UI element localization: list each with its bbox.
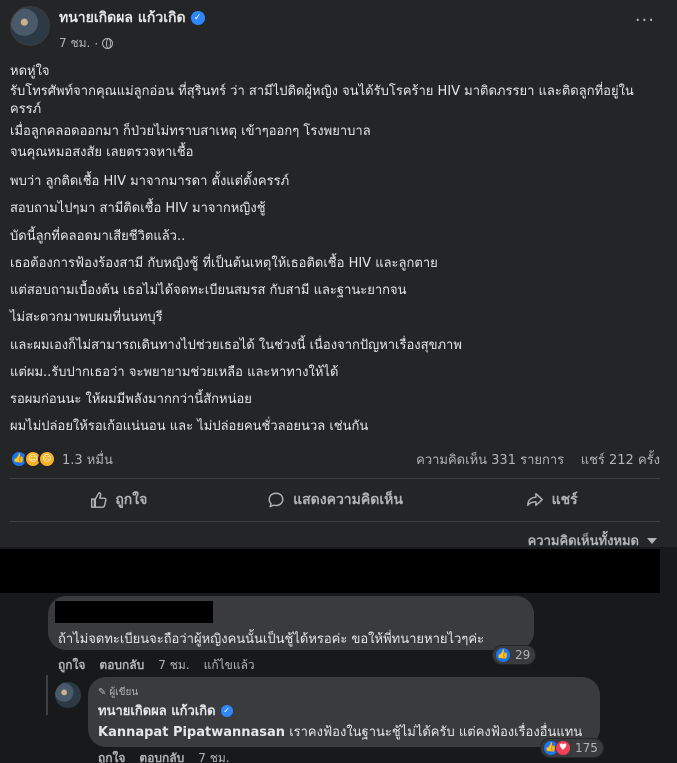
share-label: แชร์ xyxy=(551,492,578,508)
verified-icon: ✓ xyxy=(220,704,233,717)
comments-filter-label: ความคิดเห็นทั้งหมด xyxy=(527,534,639,549)
thread-line xyxy=(46,675,48,715)
author-name[interactable]: ทนายเกิดผล แก้วเกิด xyxy=(59,7,186,29)
verified-icon: ✓ xyxy=(190,11,205,25)
post-paragraph: เธอต้องการฟ้องร้องสามี กับหญิงชู้ ที่เป็… xyxy=(10,256,438,271)
post-paragraph: ไม่สะดวกมาพบผมที่นนทบุรี xyxy=(10,310,163,325)
post-time[interactable]: 7 ชม. xyxy=(59,34,90,53)
reply-actions: ถูกใจ ตอบกลับ 7 ชม. xyxy=(98,749,230,763)
love-reaction-icon: ♥ xyxy=(555,740,571,756)
post-stats: ความคิดเห็น 331 รายการ แชร์ 212 ครั้ง xyxy=(416,449,660,470)
comments-count[interactable]: ความคิดเห็น 331 รายการ xyxy=(416,453,564,468)
author-badge: ✎ ผู้เขียน xyxy=(98,685,138,700)
share-arrow-icon xyxy=(526,492,543,507)
like-label: ถูกใจ xyxy=(115,492,148,508)
reply-reactions[interactable]: 👍 ♥ 175 xyxy=(540,738,604,758)
globe-icon xyxy=(102,38,114,49)
divider xyxy=(10,478,660,479)
meta-separator: · xyxy=(94,36,99,51)
reply-reaction-count: 175 xyxy=(575,741,598,755)
reply-reply-link[interactable]: ตอบกลับ xyxy=(139,749,184,763)
sad-reaction-icon: ☹ xyxy=(38,450,56,468)
reaction-count[interactable]: 1.3 หมื่น xyxy=(62,449,113,470)
thumbs-up-icon xyxy=(91,492,107,508)
post-paragraph: สอบถามไปๆมา สามีติดเชื้อ HIV มาจากหญิงชู… xyxy=(10,201,266,216)
post-header: ทนายเกิดผล แก้วเกิด ✓ 7 ชม. · xyxy=(10,6,205,51)
post-paragraph: จนคุณหมอสงสัย เลยตรวจหาเชื้อ xyxy=(10,145,194,160)
reply-avatar[interactable] xyxy=(55,682,81,708)
post-meta: 7 ชม. · xyxy=(59,34,205,53)
shares-count[interactable]: แชร์ 212 ครั้ง xyxy=(581,453,660,468)
post-card: ทนายเกิดผล แก้วเกิด ✓ 7 ชม. · ··· หดหู่ใ… xyxy=(0,0,677,549)
like-reaction-icon: 👍 xyxy=(495,647,511,663)
comment-label: แสดงความคิดเห็น xyxy=(293,492,403,508)
post-actions: ถูกใจ แสดงความคิดเห็น แชร์ xyxy=(10,484,660,516)
share-button[interactable]: แชร์ xyxy=(443,484,660,516)
like-button[interactable]: ถูกใจ xyxy=(10,484,227,516)
reply-time[interactable]: 7 ชม. xyxy=(198,749,229,763)
reactions-row: 👍 ☺ ☹ 1.3 หมื่น ความคิดเห็น 331 รายการ แ… xyxy=(10,448,660,470)
reply-mention[interactable]: Kannapat Pipatwannasan xyxy=(98,725,285,740)
header-text: ทนายเกิดผล แก้วเกิด ✓ 7 ชม. · xyxy=(59,6,205,51)
reply-like-link[interactable]: ถูกใจ xyxy=(98,749,125,763)
post-paragraph: ผมไม่ปล่อยให้รอเก้อแน่นอน และ ไม่ปล่อยคน… xyxy=(10,419,369,434)
pencil-icon: ✎ xyxy=(98,687,107,698)
post-paragraph: พบว่า ลูกติดเชื้อ HIV มาจากมารดา ตั้งแต่… xyxy=(10,174,290,189)
reply-text: Kannapat Pipatwannasan เราคงฟ้องในฐานะชู… xyxy=(98,721,582,742)
post-paragraph: หดหู่ใจ xyxy=(10,64,50,79)
comment-bubble-icon xyxy=(268,492,284,508)
comment-reply-link[interactable]: ตอบกลับ xyxy=(99,656,144,675)
reply-author-row: ทนายเกิดผล แก้วเกิด ✓ xyxy=(98,700,233,721)
reply-bubble: ✎ ผู้เขียน ทนายเกิดผล แก้วเกิด ✓ Kannapa… xyxy=(88,677,600,747)
post-paragraph: และผมเองก็ไม่สามารถเดินทางไปช่วยเธอได้ ใ… xyxy=(10,338,462,353)
redacted-block xyxy=(0,549,660,593)
comment-actions: ถูกใจ ตอบกลับ 7 ชม. แก้ไขแล้ว xyxy=(58,656,255,675)
comment-button[interactable]: แสดงความคิดเห็น xyxy=(227,484,444,516)
reply-author-name[interactable]: ทนายเกิดผล แก้วเกิด xyxy=(98,700,216,721)
comment-reactions[interactable]: 👍 29 xyxy=(492,645,537,665)
comment-time[interactable]: 7 ชม. xyxy=(158,656,189,675)
caret-down-icon xyxy=(647,537,657,544)
author-avatar[interactable] xyxy=(10,6,50,46)
comment-like-link[interactable]: ถูกใจ xyxy=(58,656,85,675)
more-options-icon[interactable]: ··· xyxy=(635,12,655,30)
comment-bubble: ถ้าไม่จดทะเบียนจะถือว่าผู้หญิงคนนั้นเป็น… xyxy=(48,596,534,650)
author-badge-label: ผู้เขียน xyxy=(109,687,139,698)
author-row: ทนายเกิดผล แก้วเกิด ✓ xyxy=(59,7,205,29)
post-paragraph: แต่ผม..รับปากเธอว่า จะพยายามช่วยเหลือ แล… xyxy=(10,365,339,380)
reaction-icons[interactable]: 👍 ☺ ☹ xyxy=(10,450,56,468)
reply-body: เราคงฟ้องในฐานะชู้ไม่ได้ครับ แต่คงฟ้องเร… xyxy=(285,725,583,740)
post-paragraph: รับโทรศัพท์จากคุณแม่ลูกอ่อน ที่สุรินทร์ … xyxy=(10,84,634,117)
post-paragraph: เมื่อลูกคลอดออกมา ก็ป่วยไม่ทราบสาเหตุ เข… xyxy=(10,124,371,139)
comment-reaction-count: 29 xyxy=(515,648,531,662)
post-paragraph: บัดนี้ลูกที่คลอดมาเสียชีวิตแล้ว.. xyxy=(10,229,186,244)
comments-filter-dropdown[interactable]: ความคิดเห็นทั้งหมด xyxy=(528,530,657,551)
comment-edited: แก้ไขแล้ว xyxy=(203,658,255,672)
divider xyxy=(10,521,660,522)
post-paragraph: รอผมก่อนนะ ให้ผมมีพลังมากกว่านี้สักหน่อย xyxy=(10,392,252,407)
redacted-commenter-name xyxy=(55,601,213,623)
comment-text: ถ้าไม่จดทะเบียนจะถือว่าผู้หญิงคนนั้นเป็น… xyxy=(58,632,485,647)
post-paragraph: แต่สอบถามเบื้องต้น เธอไม่ได้จดทะเบียนสมร… xyxy=(10,283,407,298)
